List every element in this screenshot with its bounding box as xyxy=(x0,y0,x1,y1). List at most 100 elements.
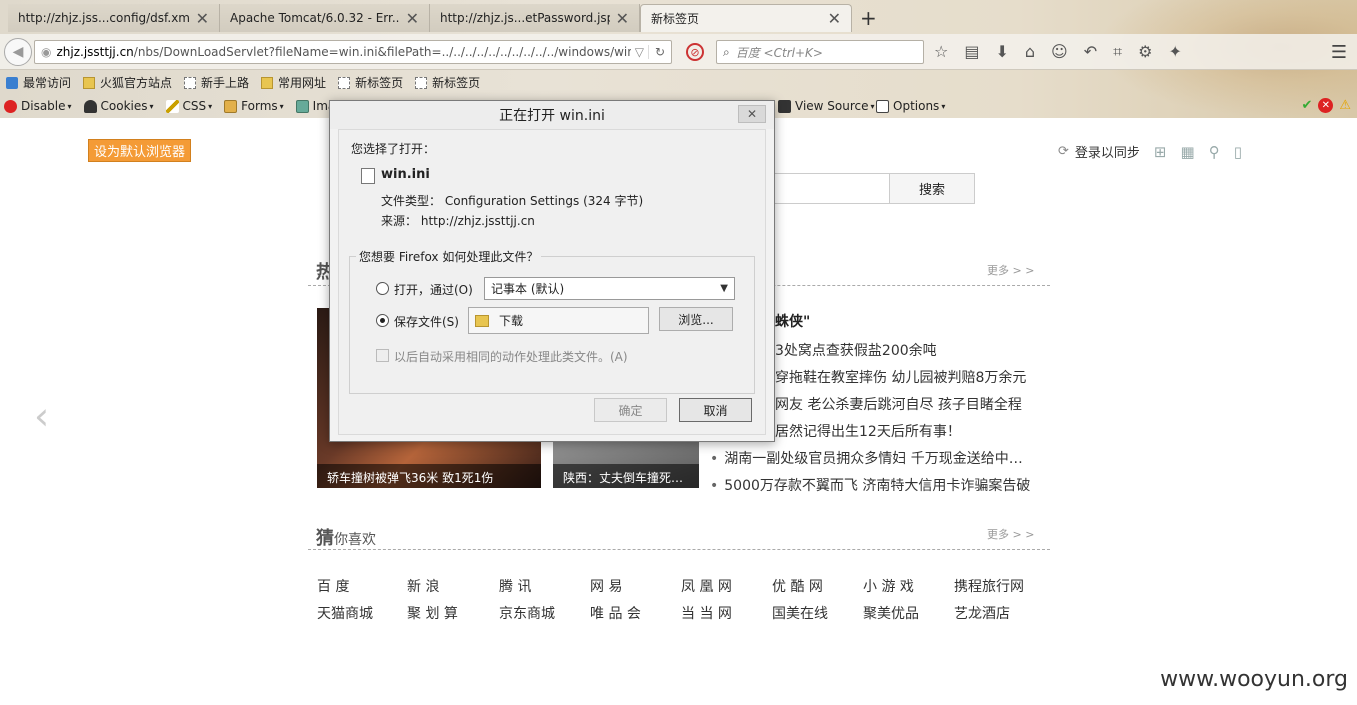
warning-icon[interactable]: ⚠ xyxy=(1339,98,1351,113)
bookmark-label: 火狐官方站点 xyxy=(100,76,173,90)
sync-link[interactable]: 登录以同步 xyxy=(1075,142,1140,161)
site-link[interactable]: 网 易 xyxy=(590,576,622,596)
chevron-down-icon: ▾ xyxy=(941,101,946,111)
smiley-icon[interactable]: ☺ xyxy=(1051,42,1068,62)
webdev-cookies[interactable]: Cookies ▾ xyxy=(83,99,154,113)
ok-button[interactable]: 确定 xyxy=(594,398,667,422)
sync-icon: ⟳ xyxy=(1058,144,1069,159)
open-with-label[interactable]: 打开，通过(O) xyxy=(394,281,473,298)
open-with-app: 记事本 (默认) xyxy=(491,282,565,296)
webdev-view-source[interactable]: View Source ▾ xyxy=(778,99,875,113)
save-file-label[interactable]: 保存文件(S) xyxy=(394,313,459,330)
save-folder-field: 下载 xyxy=(468,307,649,334)
site-link[interactable]: 优 酷 网 xyxy=(772,576,823,596)
bookmarks-toolbar: 最常访问 火狐官方站点 新手上路 常用网址 新标签页 新标签页 xyxy=(0,71,1357,94)
error-icon[interactable]: ✕ xyxy=(1318,98,1334,113)
extension-icon[interactable]: ✦ xyxy=(1168,42,1181,62)
site-link[interactable]: 当 当 网 xyxy=(681,603,732,623)
bookmark-star-icon[interactable]: ☆ xyxy=(934,42,948,62)
tab-tomcat-error[interactable]: Apache Tomcat/6.0.32 - Err... ✕ xyxy=(220,4,430,32)
open-with-select[interactable]: 记事本 (默认) ▼ xyxy=(484,277,735,300)
site-link[interactable]: 小 游 戏 xyxy=(863,576,914,596)
options-icon xyxy=(876,99,889,113)
site-link[interactable]: 唯 品 会 xyxy=(590,603,641,623)
webdev-forms[interactable]: Forms ▾ xyxy=(224,99,284,113)
site-link[interactable]: 国美在线 xyxy=(772,603,828,623)
close-icon[interactable]: ✕ xyxy=(196,9,209,28)
close-icon[interactable]: ✕ xyxy=(738,105,766,123)
page-icon[interactable]: ▯ xyxy=(1234,143,1242,161)
bookmark-new-tab-1[interactable]: 新标签页 xyxy=(338,74,403,91)
sitemap-icon[interactable]: ⊞ xyxy=(1154,143,1167,161)
site-identity-icon[interactable]: ◉ xyxy=(41,45,51,59)
save-file-radio[interactable] xyxy=(376,314,389,327)
site-link[interactable]: 天猫商城 xyxy=(317,603,373,623)
site-link[interactable]: 艺龙酒店 xyxy=(954,603,1010,623)
chosen-label: 您选择了打开： xyxy=(351,142,436,156)
grid-icon[interactable]: ▦ xyxy=(1181,143,1195,161)
image-icon xyxy=(295,99,309,113)
close-icon[interactable]: ✕ xyxy=(406,9,419,28)
browse-button[interactable]: 浏览... xyxy=(659,307,733,331)
reading-list-icon[interactable]: ▤ xyxy=(964,42,979,62)
more-link-guess[interactable]: 更多 > > xyxy=(987,526,1034,542)
reload-icon[interactable]: ↻ xyxy=(647,45,665,59)
auto-action-checkbox[interactable] xyxy=(376,349,389,362)
toolbar-icons: ☆ ▤ ⬇ ⌂ ☺ ↶ ⌗ ⚙ ✦ xyxy=(934,42,1182,62)
site-link[interactable]: 聚 划 算 xyxy=(407,603,458,623)
news-item[interactable]: • 5000万存款不翼而飞 济南特大信用卡诈骗案告破 xyxy=(710,475,1030,495)
search-button[interactable]: 搜索 xyxy=(889,173,975,204)
divider xyxy=(308,549,1050,550)
site-link[interactable]: 聚美优品 xyxy=(863,603,919,623)
news-item[interactable]: 居然记得出生12天后所有事！ xyxy=(775,421,961,441)
bookmark-most-visited[interactable]: 最常访问 xyxy=(6,74,71,91)
addon-icon[interactable]: ⚙ xyxy=(1138,42,1152,62)
cancel-button[interactable]: 取消 xyxy=(679,398,752,422)
undo-icon[interactable]: ↶ xyxy=(1084,42,1097,62)
news-item[interactable]: • 湖南一副处级官员拥众多情妇 千万现金送给中… xyxy=(710,448,1023,468)
open-with-radio[interactable] xyxy=(376,282,389,295)
new-tab-icon[interactable]: + xyxy=(860,6,877,30)
url-dropdown-icon[interactable]: ▽ xyxy=(631,45,648,59)
bookmark-common-sites[interactable]: 常用网址 xyxy=(261,74,326,91)
tab-dsf-xml[interactable]: http://zhjz.jss...config/dsf.xml ✕ xyxy=(8,4,220,32)
site-link[interactable]: 腾 讯 xyxy=(499,576,531,596)
webdev-options[interactable]: Options ▾ xyxy=(876,99,945,113)
webdev-css[interactable]: CSS ▾ xyxy=(165,99,213,113)
wrench-icon[interactable]: ⚲ xyxy=(1209,143,1220,161)
heading-rest: 你喜欢 xyxy=(334,532,376,548)
tab-new-tab[interactable]: 新标签页 ✕ xyxy=(640,4,852,32)
more-link-hot[interactable]: 更多 > > xyxy=(987,262,1034,278)
close-icon[interactable]: ✕ xyxy=(616,9,629,28)
bookmark-getting-started[interactable]: 新手上路 xyxy=(184,74,249,91)
download-icon[interactable]: ⬇ xyxy=(995,42,1008,62)
back-icon[interactable]: ◀ xyxy=(4,38,32,66)
site-link[interactable]: 携程旅行网 xyxy=(954,576,1024,596)
search-bar[interactable]: ⌕ 百度 <Ctrl+K> xyxy=(716,40,924,64)
block-icon[interactable]: ⊘ xyxy=(686,43,704,61)
close-icon[interactable]: ✕ xyxy=(828,9,841,28)
news-item[interactable]: 穿拖鞋在教室摔伤 幼儿园被判赔8万余元 xyxy=(775,367,1026,387)
menu-icon[interactable]: ☰ xyxy=(1331,42,1347,63)
news-item[interactable]: 3处窝点查获假盐200余吨 xyxy=(775,340,937,360)
site-link[interactable]: 百 度 xyxy=(317,576,349,596)
set-default-browser-button[interactable]: 设为默认浏览器 xyxy=(88,139,192,162)
url-bar[interactable]: ◉ zhjz.jssttjj.cn /nbs/DownLoadServlet?f… xyxy=(34,40,672,64)
tab-password-jsp[interactable]: http://zhjz.js...etPassword.jsp ✕ xyxy=(430,4,640,32)
home-icon[interactable]: ⌂ xyxy=(1025,42,1035,62)
site-link[interactable]: 京东商城 xyxy=(499,603,555,623)
chevron-left-icon[interactable]: ‹ xyxy=(34,394,49,438)
news-headline[interactable]: 蛛侠" xyxy=(775,311,810,331)
bookmark-firefox-official[interactable]: 火狐官方站点 xyxy=(83,74,172,91)
crop-icon[interactable]: ⌗ xyxy=(1113,42,1122,62)
site-link[interactable]: 新 浪 xyxy=(407,576,439,596)
check-icon[interactable]: ✔ xyxy=(1301,98,1312,113)
site-link[interactable]: 凤 凰 网 xyxy=(681,576,732,596)
disable-icon xyxy=(4,99,17,113)
page-icon xyxy=(415,76,428,89)
chevron-down-icon: ▾ xyxy=(208,101,213,111)
news-item[interactable]: 网友 老公杀妻后跳河自尽 孩子目睹全程 xyxy=(775,394,1022,414)
sync-row: ⟳ 登录以同步 ⊞ ▦ ⚲ ▯ xyxy=(1058,142,1242,162)
bookmark-new-tab-2[interactable]: 新标签页 xyxy=(415,74,480,91)
webdev-disable[interactable]: Disable ▾ xyxy=(4,99,72,113)
